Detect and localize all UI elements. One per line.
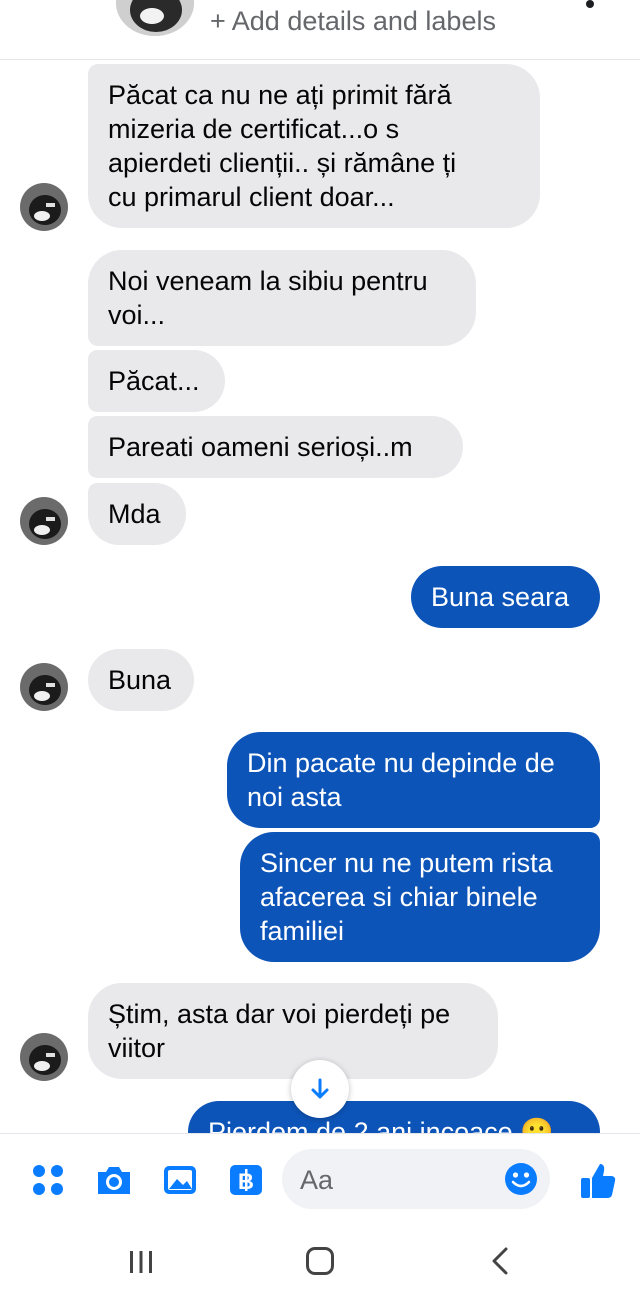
add-details-link[interactable]: + Add details and labels — [210, 6, 496, 37]
message-bubble-incoming[interactable]: Pareati oameni serioși..m — [88, 416, 463, 478]
message-input-placeholder: Aa — [300, 1165, 334, 1195]
more-options-icon[interactable] — [586, 0, 594, 8]
contact-avatar-small[interactable] — [20, 183, 68, 231]
message-bubble-outgoing[interactable]: Sincer nu ne putem rista afacerea si chi… — [240, 832, 600, 962]
recent-apps-icon[interactable] — [128, 1250, 154, 1274]
message-bubble-incoming[interactable]: Știm, asta dar voi pierdeți pe viitor — [88, 983, 498, 1079]
conversation-header: + Add details and labels — [0, 0, 640, 60]
apps-icon[interactable] — [28, 1160, 68, 1200]
back-arrow-icon[interactable] — [30, 0, 60, 12]
message-bubble-incoming[interactable]: Păcat... — [88, 350, 225, 412]
like-icon[interactable] — [578, 1160, 618, 1202]
message-bubble-incoming[interactable]: Păcat ca nu ne ați primit fără mizeria d… — [88, 64, 540, 228]
scroll-to-bottom-button[interactable] — [291, 1060, 349, 1118]
contact-avatar-small[interactable] — [20, 663, 68, 711]
home-icon[interactable] — [306, 1247, 334, 1275]
emoji-icon[interactable] — [504, 1162, 538, 1196]
message-bubble-incoming[interactable]: Buna — [88, 649, 194, 711]
message-bubble-incoming[interactable]: Mda — [88, 483, 186, 545]
camera-icon[interactable] — [94, 1160, 134, 1200]
gallery-icon[interactable] — [160, 1160, 200, 1200]
pay-icon[interactable]: B — [226, 1160, 266, 1200]
back-chevron-icon[interactable] — [488, 1247, 514, 1275]
contact-avatar-small[interactable] — [20, 497, 68, 545]
contact-avatar[interactable] — [116, 0, 194, 36]
arrow-down-icon — [311, 1078, 329, 1099]
message-input[interactable]: Aa — [282, 1149, 550, 1209]
message-bubble-outgoing[interactable]: Buna seara — [411, 566, 600, 628]
message-bubble-outgoing[interactable]: Din pacate nu depinde de noi asta — [227, 732, 600, 828]
message-bubble-incoming[interactable]: Noi veneam la sibiu pentru voi... — [88, 250, 476, 346]
contact-avatar-small[interactable] — [20, 1033, 68, 1081]
